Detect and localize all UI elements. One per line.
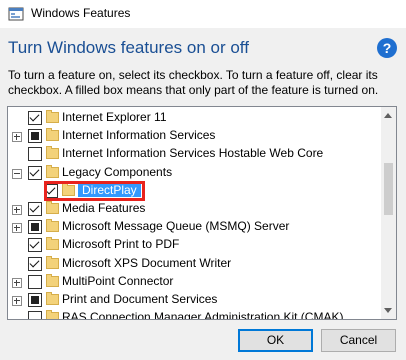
tree-item-label: Internet Information Services Hostable W…	[62, 146, 324, 161]
tree-item[interactable]: Microsoft Message Queue (MSMQ) Server	[8, 218, 380, 236]
tree-item[interactable]: Print and Document Services	[8, 291, 380, 309]
folder-icon	[46, 164, 59, 178]
tree-item-label: Legacy Components	[62, 164, 173, 179]
feature-checkbox[interactable]	[28, 129, 42, 144]
expand-icon[interactable]	[12, 296, 22, 306]
tree-item[interactable]: Internet Information Services	[8, 127, 380, 145]
ok-button[interactable]: OK	[238, 329, 313, 352]
cancel-button[interactable]: Cancel	[321, 329, 396, 352]
tree-item[interactable]: Legacy Components	[8, 164, 380, 182]
folder-icon	[46, 128, 59, 142]
expand-icon[interactable]	[12, 205, 22, 215]
feature-checkbox[interactable]	[28, 111, 42, 125]
folder-icon	[46, 201, 59, 214]
title-bar: Windows Features	[0, 0, 406, 28]
instructions-text: To turn a feature on, select its checkbo…	[8, 68, 379, 97]
folder-icon	[46, 146, 59, 160]
folder-icon	[46, 237, 59, 251]
tree-item-label: Print and Document Services	[62, 292, 218, 306]
folder-icon	[46, 255, 59, 269]
windows-features-icon	[8, 7, 24, 21]
folder-icon	[46, 292, 59, 305]
feature-checkbox[interactable]	[28, 311, 42, 319]
features-tree[interactable]: Internet Explorer 11 Internet Information…	[7, 106, 397, 320]
page-title: Turn Windows features on or off	[8, 38, 249, 57]
expand-icon[interactable]	[12, 132, 22, 143]
tree-item[interactable]: Media Features	[8, 200, 380, 218]
tree-item-label: MultiPoint Connector	[62, 273, 174, 288]
feature-checkbox[interactable]	[28, 202, 42, 216]
feature-checkbox[interactable]	[28, 238, 42, 253]
feature-checkbox[interactable]	[28, 256, 42, 271]
feature-checkbox[interactable]	[28, 274, 42, 289]
tree-item[interactable]: Microsoft Print to PDF	[8, 236, 380, 254]
expand-icon[interactable]	[12, 223, 22, 234]
feature-checkbox[interactable]	[28, 165, 42, 180]
tree-item[interactable]: RAS Connection Manager Administration Ki…	[8, 309, 380, 320]
scroll-down-arrow-icon[interactable]	[384, 308, 392, 313]
folder-icon	[46, 219, 59, 233]
vertical-scrollbar[interactable]	[381, 107, 396, 319]
tree-item-label: Microsoft Print to PDF	[62, 237, 180, 252]
tree-item-label: Internet Information Services	[62, 128, 216, 143]
highlight-annotation	[44, 181, 145, 201]
folder-icon	[46, 310, 59, 319]
collapse-icon[interactable]	[12, 168, 22, 179]
tree-item[interactable]: Internet Information Services Hostable W…	[8, 145, 380, 163]
folder-icon	[46, 273, 59, 287]
tree-item-label: Media Features	[62, 201, 146, 215]
feature-checkbox[interactable]	[28, 220, 42, 235]
tree-item[interactable]: Microsoft XPS Document Writer	[8, 255, 380, 273]
tree-item-label: Microsoft Message Queue (MSMQ) Server	[62, 219, 290, 234]
window-title: Windows Features	[31, 6, 131, 20]
tree-item[interactable]: Internet Explorer 11	[8, 109, 380, 127]
tree-item[interactable]: MultiPoint Connector	[8, 273, 380, 291]
scrollbar-thumb[interactable]	[384, 163, 393, 215]
tree-item-label: RAS Connection Manager Administration Ki…	[62, 310, 344, 320]
help-icon[interactable]: ?	[377, 38, 397, 58]
feature-checkbox[interactable]	[28, 293, 42, 307]
scroll-up-arrow-icon[interactable]	[384, 113, 392, 118]
feature-checkbox[interactable]	[28, 147, 42, 162]
folder-icon	[46, 110, 59, 123]
expand-icon[interactable]	[12, 277, 22, 288]
tree-item-label: Microsoft XPS Document Writer	[62, 255, 232, 270]
tree-item-label: Internet Explorer 11	[62, 110, 167, 124]
